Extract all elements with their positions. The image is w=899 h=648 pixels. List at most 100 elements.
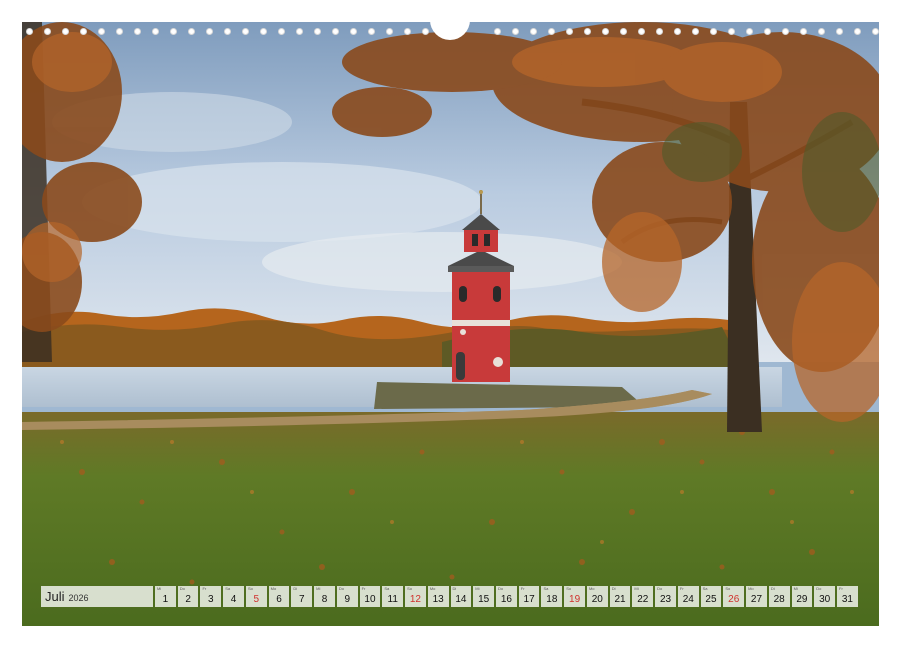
day-number: 12 <box>409 594 421 605</box>
weekday-label: So <box>566 586 572 591</box>
day-cell: Mi 22 <box>632 586 654 607</box>
day-cell: Di 28 <box>768 586 790 607</box>
day-cell: So 26 <box>723 586 745 607</box>
day-cell: Mo 13 <box>427 586 449 607</box>
day-cell: Fr 17 <box>518 586 540 607</box>
day-cell: Mi 1 <box>155 586 176 607</box>
weekday-label: Fr <box>679 586 684 591</box>
binding-hole <box>224 28 231 35</box>
day-cell: Di 14 <box>450 586 472 607</box>
day-number: 18 <box>546 594 558 605</box>
binding-hole <box>818 28 825 35</box>
day-cell: So 5 <box>245 586 267 607</box>
day-number: 30 <box>819 594 831 605</box>
weekday-label: Sa <box>702 586 708 591</box>
day-cell: Mo 6 <box>268 586 290 607</box>
binding-hole <box>314 28 321 35</box>
day-number: 15 <box>478 594 490 605</box>
binding-hole <box>296 28 303 35</box>
weekday-label: Mo <box>270 586 277 591</box>
binding-hole <box>242 28 249 35</box>
day-cell: So 19 <box>564 586 585 607</box>
day-number: 1 <box>162 594 169 605</box>
day-cell: Fr 10 <box>359 586 381 607</box>
day-number: 7 <box>298 594 305 605</box>
day-cell: Mo 27 <box>746 586 767 607</box>
binding-hole <box>494 28 501 35</box>
binding-hole <box>530 28 537 35</box>
binding-hole <box>728 28 735 35</box>
binding-hole <box>710 28 717 35</box>
binding-hole <box>584 28 591 35</box>
calendar-strip: Juli 2026 Mi 1 Do 2 Fr 3 Sa 4 So 5 Mo 6 Di 7 Mi 8 Do 9 Fr 1… <box>41 586 858 607</box>
month-label-box: Juli 2026 <box>41 586 153 607</box>
binding-hole <box>674 28 681 35</box>
binding-hole <box>332 28 339 35</box>
binding-hole <box>800 28 807 35</box>
day-number: 31 <box>841 594 853 605</box>
day-cell: Do 2 <box>177 586 199 607</box>
day-number: 11 <box>387 594 398 605</box>
weekday-label: Mo <box>748 586 754 591</box>
day-cell: Do 30 <box>814 586 836 607</box>
day-number: 26 <box>728 594 740 605</box>
day-cell: Sa 25 <box>700 586 722 607</box>
month-name: Juli <box>45 589 65 604</box>
binding-hole <box>404 28 411 35</box>
weekday-label: Do <box>816 586 822 591</box>
day-number: 13 <box>432 594 444 605</box>
binding-hole <box>116 28 123 35</box>
binding-hole <box>386 28 393 35</box>
binding-hole <box>836 28 843 35</box>
binding-hole <box>872 28 879 35</box>
day-number: 17 <box>523 594 535 605</box>
binding-hole <box>350 28 357 35</box>
binding-hole <box>62 28 69 35</box>
weekday-label: Mi <box>475 586 480 591</box>
day-number: 25 <box>705 594 717 605</box>
binding-hole <box>656 28 663 35</box>
day-cell: Fr 24 <box>677 586 699 607</box>
binding-hole <box>746 28 753 35</box>
weekday-label: Sa <box>384 586 390 591</box>
binding-hole <box>134 28 141 35</box>
day-number: 16 <box>500 594 512 605</box>
day-number: 2 <box>185 594 191 605</box>
weekday-label: Mo <box>429 586 436 591</box>
binding-hole <box>548 28 555 35</box>
day-cell: Mi 15 <box>473 586 495 607</box>
binding-hole <box>80 28 87 35</box>
weekday-label: Fr <box>202 586 207 591</box>
binding-hole <box>98 28 105 35</box>
weekday-label: Fr <box>839 586 843 591</box>
day-number: 10 <box>364 594 376 605</box>
weekday-label: Do <box>657 586 663 591</box>
binding-hole <box>764 28 771 35</box>
day-number: 28 <box>773 594 785 605</box>
binding-hole <box>278 28 285 35</box>
day-number: 24 <box>682 594 694 605</box>
month-year: 2026 <box>68 593 89 603</box>
weekday-label: So <box>247 586 253 591</box>
day-number: 29 <box>796 594 808 605</box>
day-cell: Do 9 <box>336 586 358 607</box>
day-cell: Di 21 <box>609 586 631 607</box>
day-cell: Fr 3 <box>200 586 222 607</box>
day-cell: Mo 20 <box>586 586 608 607</box>
day-cell: Mi 29 <box>791 586 813 607</box>
weekday-label: Do <box>179 586 185 591</box>
weekday-label: Di <box>293 586 298 591</box>
day-cell: Sa 4 <box>223 586 244 607</box>
day-number: 20 <box>591 594 603 605</box>
binding-hole <box>170 28 177 35</box>
day-number: 19 <box>569 594 581 605</box>
binding-hole <box>620 28 627 35</box>
weekday-label: Di <box>611 586 616 591</box>
weekday-label: Do <box>338 586 344 591</box>
day-number: 27 <box>750 594 763 605</box>
day-number: 8 <box>321 594 328 605</box>
day-number: 21 <box>614 594 626 605</box>
binding-hole <box>26 28 33 35</box>
weekday-label: Mi <box>793 586 798 591</box>
weekday-label: Mi <box>634 586 639 591</box>
